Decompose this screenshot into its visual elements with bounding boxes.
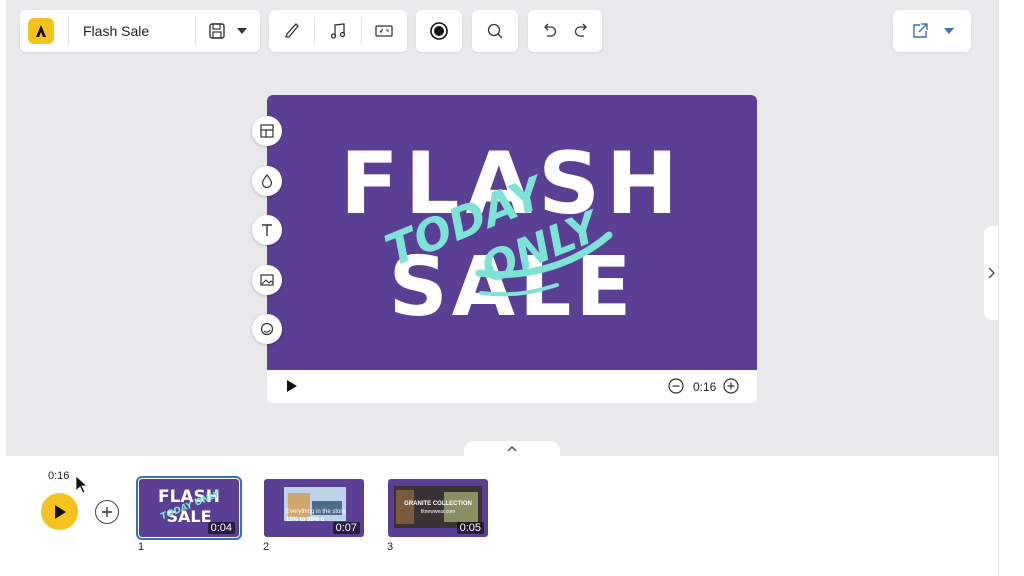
media-tools-panel: [269, 10, 407, 52]
chevron-down-icon[interactable]: [232, 16, 252, 46]
canvas-duration: 0:16: [693, 380, 717, 394]
brush-icon[interactable]: [277, 16, 307, 46]
undo-icon[interactable]: [534, 16, 564, 46]
save-icon[interactable]: [202, 16, 232, 46]
add-scene-button[interactable]: [95, 500, 119, 524]
scene-caption: 15% to 30% o: [286, 517, 325, 523]
divider: [314, 17, 316, 45]
export-icon[interactable]: [905, 16, 935, 46]
search-icon[interactable]: [480, 16, 510, 46]
current-time: 0:16: [48, 470, 70, 482]
scene-caption: GRANITE COLLECTION: [404, 501, 472, 507]
scene-number: 1: [138, 541, 145, 553]
chevron-down-icon[interactable]: [939, 16, 959, 46]
plus-icon: [102, 507, 112, 517]
scene-number: 3: [387, 541, 394, 553]
music-icon[interactable]: [323, 16, 353, 46]
scene-photo: [284, 487, 346, 521]
history-panel: [528, 10, 602, 52]
record-icon[interactable]: [424, 16, 454, 46]
resize-icon[interactable]: [369, 16, 399, 46]
play-icon[interactable]: [287, 380, 297, 392]
zoom-in-icon[interactable]: [723, 378, 739, 394]
brush-stroke-decoration: [475, 231, 613, 297]
export-panel: [893, 10, 971, 52]
mouse-cursor-icon: [76, 476, 88, 494]
chevron-up-icon: [507, 446, 517, 452]
scene-number: 2: [263, 541, 270, 553]
redo-icon[interactable]: [567, 16, 597, 46]
canvas-controls: 0:16: [267, 370, 757, 403]
photo-figure: [396, 490, 414, 524]
title-panel: Flash Sale: [20, 10, 260, 52]
photo-figure: [444, 492, 478, 522]
search-panel: [472, 10, 518, 52]
scene-thumbnail-2[interactable]: Everything in the store 15% to 30% o 0:0…: [264, 479, 364, 537]
play-icon: [54, 504, 66, 519]
chevron-right-icon: [988, 267, 995, 279]
logo-icon[interactable]: [28, 18, 54, 44]
divider: [195, 17, 196, 45]
text-icon[interactable]: [252, 215, 282, 245]
project-title[interactable]: Flash Sale: [83, 23, 149, 39]
divider: [68, 17, 69, 45]
image-icon[interactable]: [252, 265, 282, 295]
timeline-toggle[interactable]: [464, 441, 560, 457]
right-panel-toggle[interactable]: [984, 226, 998, 320]
divider: [360, 17, 362, 45]
zoom-out-icon[interactable]: [668, 378, 684, 394]
sticker-icon[interactable]: [252, 314, 282, 344]
play-button[interactable]: [41, 493, 78, 530]
color-drop-icon[interactable]: [252, 166, 282, 196]
record-panel: [416, 10, 462, 52]
layout-icon[interactable]: [252, 116, 282, 146]
scene-caption: Everything in the store: [286, 509, 346, 515]
scene-duration: 0:07: [332, 522, 360, 534]
video-canvas[interactable]: FLASH SALE TODAY ONLY: [267, 95, 757, 370]
scene-thumbnail-1[interactable]: FLASH SALE TODAY ONLY 0:04: [136, 476, 242, 540]
right-panel-edge: [998, 0, 1024, 576]
scene-thumbnail-3[interactable]: GRANITE COLLECTION fitnewwear.com 0:05: [388, 479, 488, 537]
scene-duration: 0:05: [456, 522, 484, 534]
scene-caption: fitnewwear.com: [420, 509, 456, 515]
scene-duration: 0:04: [207, 522, 235, 534]
